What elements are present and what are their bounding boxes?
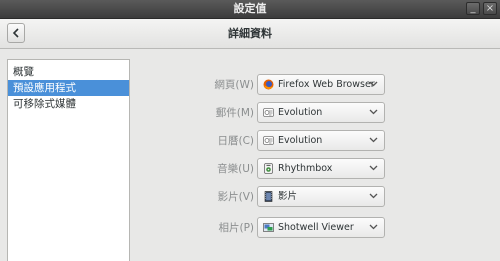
close-icon: ×	[485, 3, 495, 14]
photos-app-select[interactable]: Shotwell Viewer	[257, 217, 385, 238]
chevron-down-icon	[369, 193, 378, 199]
default-row-calendar: 日曆(C) Evolution	[180, 130, 390, 152]
chevron-down-icon	[369, 224, 378, 230]
web-app-select[interactable]: Firefox Web Browser	[257, 74, 385, 95]
video-app-select[interactable]: 影片	[257, 186, 385, 207]
shotwell-icon	[263, 223, 274, 232]
mail-app-select[interactable]: Evolution	[257, 102, 385, 123]
sidebar-item-overview[interactable]: 概覽	[8, 64, 129, 80]
sidebar: 概覽 預設應用程式 可移除式媒體	[7, 59, 130, 261]
sidebar-item-label: 概覽	[13, 66, 34, 78]
calendar-app-value: Evolution	[278, 135, 323, 146]
default-row-video: 影片(V) 影片	[180, 186, 390, 208]
sidebar-item-default-applications[interactable]: 預設應用程式	[8, 80, 129, 96]
sidebar-item-label: 預設應用程式	[13, 82, 76, 94]
firefox-icon	[263, 79, 274, 90]
web-app-value: Firefox Web Browser	[278, 79, 375, 90]
video-icon	[264, 191, 273, 202]
calendar-label: 日曆(C)	[217, 135, 254, 147]
rhythmbox-icon	[264, 163, 273, 174]
sidebar-item-removable-media[interactable]: 可移除式媒體	[8, 96, 129, 112]
music-label: 音樂(U)	[217, 163, 254, 175]
calendar-app-select[interactable]: Evolution	[257, 130, 385, 151]
page-title: 詳細資料	[228, 27, 272, 40]
chevron-down-icon	[369, 81, 378, 87]
window-title: 設定值	[233, 2, 267, 15]
chevron-down-icon	[369, 137, 378, 143]
mail-app-value: Evolution	[278, 107, 323, 118]
evolution-icon	[263, 108, 274, 117]
default-row-music: 音樂(U) Rhythmbox	[180, 158, 390, 180]
photos-label: 相片(P)	[218, 222, 254, 234]
video-app-value: 影片	[278, 191, 298, 202]
video-label: 影片(V)	[217, 191, 254, 203]
music-app-select[interactable]: Rhythmbox	[257, 158, 385, 179]
evolution-icon	[263, 136, 274, 145]
header-bar: 詳細資料	[0, 19, 500, 49]
chevron-down-icon	[369, 165, 378, 171]
chevron-down-icon	[369, 109, 378, 115]
sidebar-item-label: 可移除式媒體	[13, 98, 76, 110]
default-row-photos: 相片(P) Shotwell Viewer	[180, 217, 390, 239]
minimize-icon: _	[470, 3, 476, 14]
mail-label: 郵件(M)	[215, 107, 254, 119]
photos-app-value: Shotwell Viewer	[278, 222, 354, 233]
window-titlebar: 設定值 _ ×	[0, 0, 500, 19]
web-label: 網頁(W)	[214, 79, 254, 91]
minimize-button[interactable]: _	[466, 2, 480, 15]
default-row-web: 網頁(W) Firefox Web Browser	[180, 74, 390, 96]
music-app-value: Rhythmbox	[278, 163, 333, 174]
default-row-mail: 郵件(M) Evolution	[180, 102, 390, 124]
close-button[interactable]: ×	[483, 2, 497, 15]
